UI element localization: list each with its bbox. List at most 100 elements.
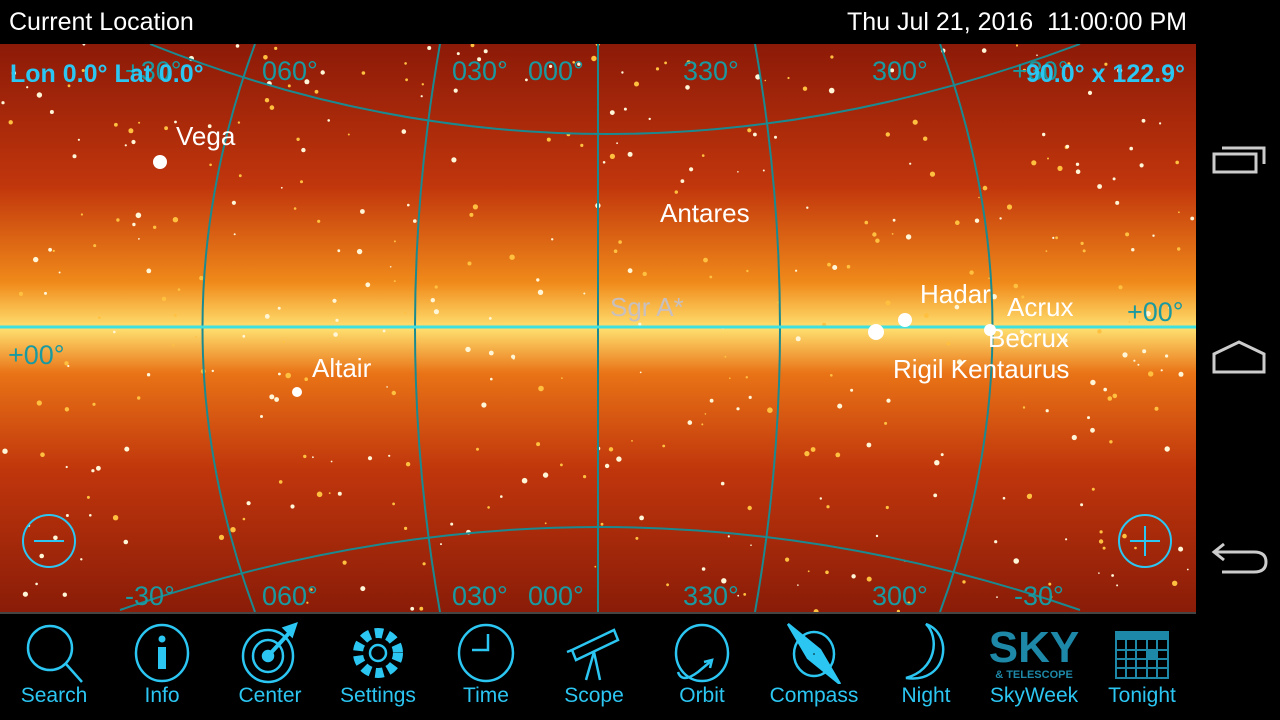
- star: [488, 350, 494, 356]
- star: [837, 403, 843, 409]
- star: [285, 372, 292, 379]
- star: [509, 254, 515, 260]
- star: [1111, 574, 1114, 577]
- star: [795, 269, 798, 272]
- star: [327, 119, 331, 122]
- star: [300, 180, 303, 184]
- star: [608, 447, 614, 452]
- star: [872, 232, 877, 237]
- time-button[interactable]: Time: [436, 614, 536, 720]
- star-label-acrux[interactable]: Acrux: [1007, 292, 1073, 322]
- star: [703, 257, 708, 263]
- star: [743, 593, 747, 596]
- tonight-button[interactable]: Tonight: [1092, 614, 1192, 720]
- star: [488, 317, 492, 320]
- home-icon[interactable]: [1210, 338, 1268, 378]
- star: [642, 271, 647, 277]
- star: [58, 271, 61, 274]
- settings-button[interactable]: Settings: [328, 614, 428, 720]
- star: [293, 207, 297, 210]
- star: [828, 87, 835, 94]
- star: [996, 596, 998, 598]
- star: [1022, 406, 1026, 409]
- star: [767, 407, 773, 414]
- star: [825, 570, 829, 575]
- field-of-view-readout: 90.0° x 122.9°: [1025, 60, 1185, 88]
- zoom-in-button[interactable]: [1118, 514, 1172, 568]
- star-label-vega[interactable]: Vega: [176, 121, 236, 151]
- star: [982, 185, 988, 191]
- star: [231, 200, 236, 205]
- star-label-hadar[interactable]: Hadar: [920, 279, 991, 309]
- star: [934, 460, 940, 466]
- star-label-becrux[interactable]: Becrux: [988, 323, 1069, 353]
- star: [419, 606, 424, 611]
- night-button[interactable]: Night: [876, 614, 976, 720]
- star: [537, 289, 544, 295]
- zoom-out-button[interactable]: [22, 514, 76, 568]
- star: [450, 522, 454, 526]
- star: [1082, 249, 1086, 253]
- star: [797, 584, 799, 586]
- compass-icon: [786, 623, 842, 684]
- compass-button[interactable]: Compass: [764, 614, 864, 720]
- star: [465, 346, 471, 353]
- star: [747, 128, 752, 133]
- star: [929, 171, 936, 177]
- star: [521, 477, 528, 484]
- star: [123, 539, 129, 545]
- star: [1159, 122, 1162, 125]
- star: [1112, 393, 1118, 399]
- star: [1125, 232, 1130, 237]
- star: [631, 440, 633, 442]
- star: [1172, 580, 1178, 586]
- star: [613, 249, 618, 253]
- star: [1109, 440, 1113, 444]
- star: [830, 55, 834, 59]
- star: [49, 110, 54, 114]
- star: [1090, 379, 1096, 386]
- star: [328, 492, 331, 494]
- scope-button[interactable]: Scope: [544, 614, 644, 720]
- star: [335, 318, 339, 322]
- star: [392, 502, 395, 506]
- star: [551, 238, 554, 241]
- star: [421, 83, 424, 86]
- sky-map[interactable]: +30° 060° 030° 000° 330° 300° +30° -30° …: [0, 44, 1196, 612]
- star: [639, 371, 642, 374]
- star: [680, 179, 685, 184]
- star: [884, 421, 888, 425]
- star: [1028, 493, 1032, 498]
- star: [404, 312, 406, 314]
- star: [138, 121, 141, 124]
- skyweek-button[interactable]: SKY & TELESCOPE SkyWeek: [984, 614, 1084, 720]
- star: [946, 341, 951, 346]
- star: [388, 454, 391, 457]
- star: [278, 480, 283, 484]
- star: [469, 212, 474, 217]
- star: [218, 534, 225, 540]
- star: [91, 469, 95, 473]
- star-label-antares[interactable]: Antares: [660, 198, 750, 228]
- recent-apps-icon[interactable]: [1210, 140, 1268, 180]
- star: [128, 128, 134, 134]
- star: [211, 369, 214, 373]
- star: [999, 217, 1002, 220]
- star-label-rigil-kentaurus[interactable]: Rigil Kentaurus: [893, 354, 1069, 384]
- star: [264, 98, 270, 103]
- star: [580, 143, 584, 147]
- star: [1102, 546, 1106, 550]
- star: [420, 95, 423, 98]
- search-button[interactable]: Search: [4, 614, 104, 720]
- star: [583, 475, 587, 479]
- label-sgr-a[interactable]: Sgr A*: [610, 292, 684, 322]
- orbit-button[interactable]: Orbit: [652, 614, 752, 720]
- star: [172, 344, 175, 347]
- center-button[interactable]: Center: [220, 614, 320, 720]
- star: [430, 298, 435, 303]
- star-label-altair[interactable]: Altair: [312, 353, 372, 383]
- back-icon[interactable]: [1210, 538, 1268, 578]
- info-button[interactable]: Info: [112, 614, 212, 720]
- star: [96, 465, 101, 471]
- star: [787, 76, 790, 80]
